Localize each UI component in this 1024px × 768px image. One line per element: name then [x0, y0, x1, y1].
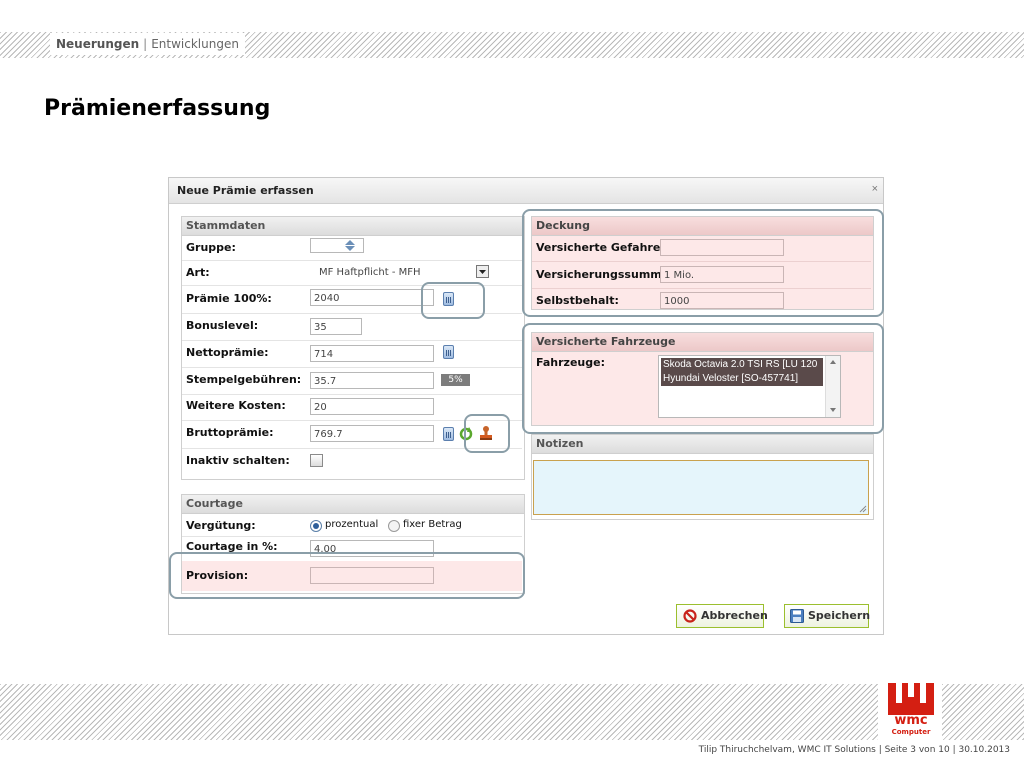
- row-divider: [182, 536, 522, 537]
- stempel-label: Stempelgebühren:: [186, 373, 302, 386]
- chevron-down-icon[interactable]: [476, 265, 489, 278]
- inaktiv-checkbox[interactable]: [310, 454, 323, 467]
- breadcrumb-subsection: Entwicklungen: [151, 37, 239, 51]
- highlight-ring-provision: [169, 552, 525, 599]
- highlight-ring-stamp: [464, 414, 510, 453]
- breadcrumb-separator: |: [143, 37, 148, 51]
- row-divider: [182, 367, 522, 368]
- save-button-label: Speichern: [808, 609, 871, 622]
- stempel-percent-badge: 5%: [441, 374, 470, 386]
- radio-fixer-betrag-label: fixer Betrag: [403, 519, 462, 530]
- save-button[interactable]: Speichern: [784, 604, 871, 628]
- bonus-input[interactable]: 35: [310, 318, 362, 335]
- highlight-ring-calculator: [421, 282, 485, 319]
- row-divider: [182, 340, 522, 341]
- weitere-label: Weitere Kosten:: [186, 399, 286, 412]
- gruppe-label: Gruppe:: [186, 241, 236, 254]
- cancel-icon: [683, 609, 697, 623]
- notizen-header: Notizen: [532, 435, 873, 454]
- dialog-header: Neue Prämie erfassen ×: [169, 178, 883, 204]
- breadcrumb: Neuerungen | Entwicklungen: [50, 33, 245, 55]
- netto-label: Nettoprämie:: [186, 346, 269, 359]
- wmc-logo-text: wmc: [894, 713, 928, 728]
- breadcrumb-section: Neuerungen: [56, 37, 140, 51]
- praemie-label: Prämie 100%:: [186, 292, 272, 305]
- bonus-label: Bonuslevel:: [186, 319, 259, 332]
- praemie-input[interactable]: 2040: [310, 289, 434, 306]
- page-title: Prämienerfassung: [44, 96, 271, 121]
- calculator-icon[interactable]: [443, 427, 454, 441]
- radio-prozentual[interactable]: [310, 520, 322, 532]
- footer-hatch-band-right: [942, 684, 1024, 740]
- highlight-ring-fahrzeuge: [522, 323, 884, 434]
- footer-text: Tilip Thiruchchelvam, WMC IT Solutions |…: [698, 745, 1010, 755]
- radio-prozentual-label: prozentual: [325, 519, 379, 530]
- art-select-value: MF Haftpflicht - MFH: [319, 267, 421, 278]
- cancel-button[interactable]: Abbrechen: [676, 604, 768, 628]
- courtage-header: Courtage: [182, 495, 524, 514]
- art-select[interactable]: MF Haftpflicht - MFH: [310, 263, 492, 280]
- footer-hatch-band: [0, 684, 878, 740]
- calculator-icon[interactable]: [443, 345, 454, 359]
- stempel-input[interactable]: 35.7: [310, 372, 434, 389]
- stepper-arrows-icon: [345, 240, 355, 251]
- netto-input[interactable]: 714: [310, 345, 434, 362]
- resize-handle-icon[interactable]: [859, 505, 867, 513]
- notizen-textarea[interactable]: [533, 460, 869, 515]
- wmc-logo: wmc Computer: [886, 683, 936, 740]
- row-divider: [182, 394, 522, 395]
- inaktiv-label: Inaktiv schalten:: [186, 454, 290, 467]
- stammdaten-header: Stammdaten: [182, 217, 524, 236]
- brutto-label: Bruttoprämie:: [186, 426, 274, 439]
- row-divider: [182, 260, 522, 261]
- dialog-title: Neue Prämie erfassen: [177, 184, 314, 197]
- weitere-input[interactable]: 20: [310, 398, 434, 415]
- close-icon[interactable]: ×: [872, 183, 878, 195]
- cancel-button-label: Abbrechen: [701, 609, 768, 622]
- wmc-logo-subtext: Computer: [891, 728, 931, 736]
- radio-fixer-betrag[interactable]: [388, 520, 400, 532]
- art-label: Art:: [186, 266, 210, 279]
- highlight-ring-deckung: [522, 209, 884, 317]
- gruppe-stepper[interactable]: [310, 238, 364, 253]
- brutto-input[interactable]: 769.7: [310, 425, 434, 442]
- verguetung-label: Vergütung:: [186, 519, 256, 532]
- save-disk-icon: [790, 609, 804, 623]
